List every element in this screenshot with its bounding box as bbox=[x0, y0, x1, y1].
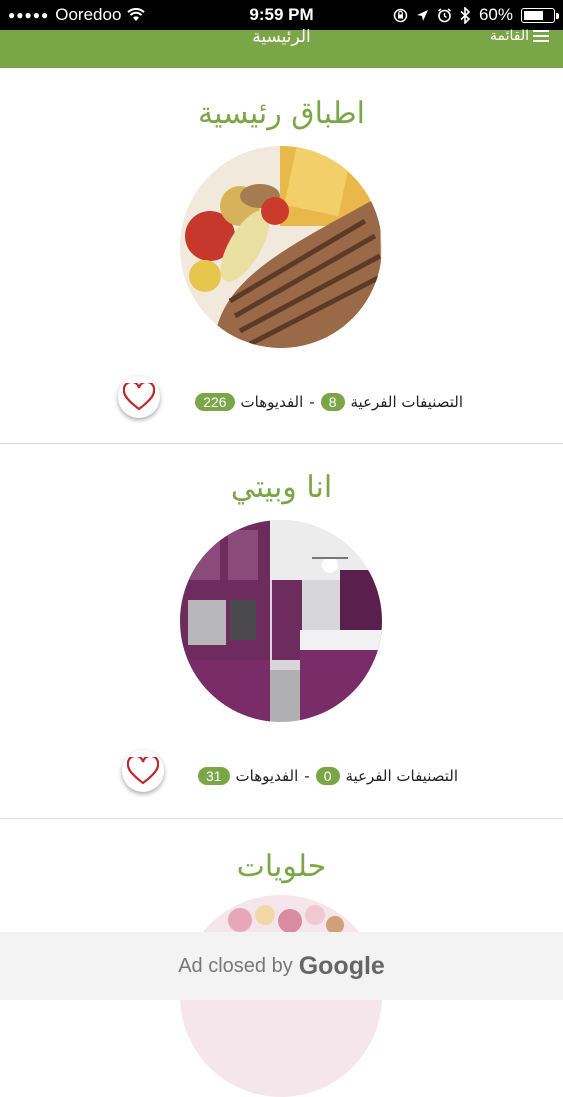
alarm-icon bbox=[437, 7, 451, 22]
category-stats: التصنيفات الفرعية 0 - الفديوهات 31 bbox=[197, 767, 459, 785]
category-stats: التصنيفات الفرعية 8 - الفديوهات 226 bbox=[195, 393, 463, 411]
google-logo: Google bbox=[298, 951, 385, 980]
hamburger-icon bbox=[533, 30, 549, 42]
separator: - bbox=[304, 767, 310, 785]
menu-label: القائمة bbox=[490, 28, 529, 44]
ad-closed-text: Ad closed by bbox=[178, 954, 293, 977]
category-title: انا وبيتي bbox=[230, 470, 333, 505]
page-title: الرئيسية bbox=[252, 27, 311, 47]
menu-button[interactable]: القائمة bbox=[490, 28, 549, 44]
subcategories-label: التصنيفات الفرعية bbox=[350, 393, 464, 411]
favorite-button[interactable] bbox=[118, 376, 160, 418]
category-card[interactable]: اطباق رئيسية التصنيفات الفرعية 8 - الفدي… bbox=[0, 68, 563, 444]
category-image-main-dishes[interactable] bbox=[180, 146, 382, 348]
subcategories-count-badge: 0 bbox=[315, 767, 340, 785]
category-title: اطباق رئيسية bbox=[197, 96, 365, 131]
location-icon bbox=[416, 9, 428, 21]
ad-banner: Ad closed by Google bbox=[0, 932, 563, 1000]
heart-icon bbox=[127, 757, 159, 785]
subcategories-count-badge: 8 bbox=[320, 393, 345, 411]
navigation-bar: الرئيسية القائمة bbox=[0, 27, 563, 68]
subcategories-label: التصنيفات الفرعية bbox=[345, 767, 459, 785]
videos-count-badge: 226 bbox=[195, 393, 235, 411]
category-image-home[interactable] bbox=[180, 520, 382, 722]
battery-icon bbox=[521, 7, 559, 23]
battery-percent: 60% bbox=[478, 5, 513, 24]
favorite-button[interactable] bbox=[122, 750, 164, 792]
status-bar: ●●●●● Ooredoo 9:59 PM 60% bbox=[0, 0, 563, 30]
videos-label: الفديوهات bbox=[240, 393, 304, 411]
orientation-lock-icon bbox=[393, 8, 408, 22]
bluetooth-icon bbox=[460, 6, 471, 24]
category-title: حلويات bbox=[236, 849, 327, 884]
videos-count-badge: 31 bbox=[197, 767, 230, 785]
category-card[interactable]: انا وبيتي التصنيفات الفرعية 0 - الفديوها… bbox=[0, 444, 563, 819]
videos-label: الفديوهات bbox=[235, 767, 299, 785]
separator: - bbox=[309, 393, 315, 411]
heart-icon bbox=[123, 383, 155, 411]
